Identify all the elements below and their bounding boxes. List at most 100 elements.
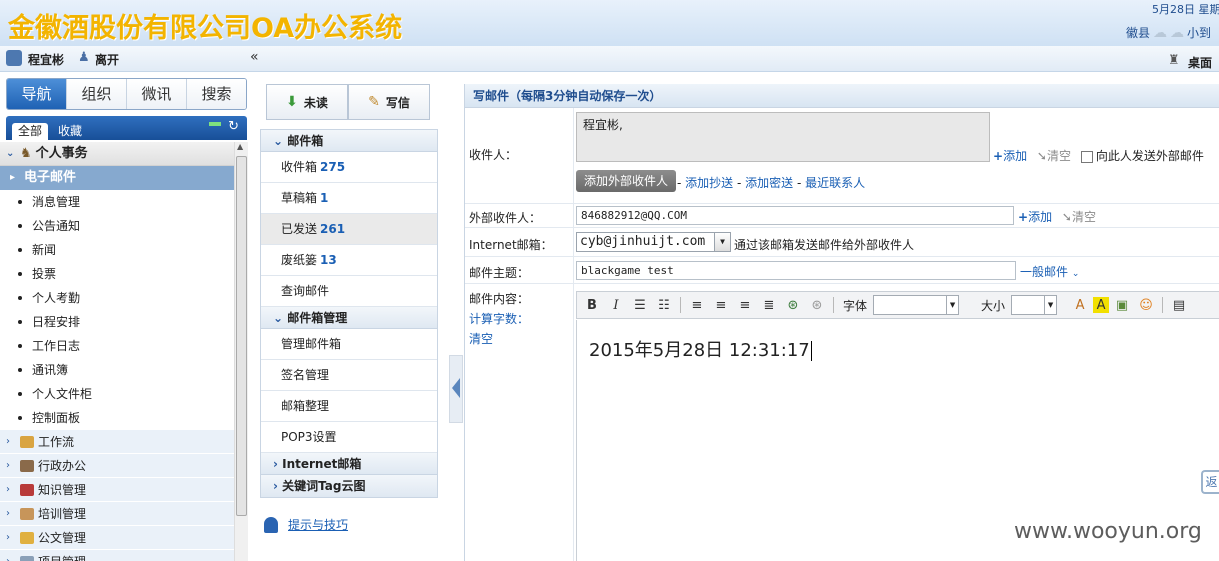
unread-button[interactable]: ⬇ 未读	[266, 84, 348, 120]
minimize-icon[interactable]	[209, 122, 221, 126]
tree-item-news[interactable]: 新闻	[0, 238, 234, 262]
add-recipient-link[interactable]: +添加	[993, 149, 1027, 163]
mailbox-header[interactable]: ⌄ 邮件箱	[261, 130, 437, 152]
tree-section-personal[interactable]: ⌄ ♞ 个人事务	[0, 142, 234, 166]
collapse-arrow-icon[interactable]	[452, 378, 460, 398]
tree-item-label: 电子邮件	[24, 170, 77, 185]
font-color-icon[interactable]: A	[1069, 295, 1091, 315]
tree-group-admin[interactable]: › 行政办公	[0, 454, 234, 478]
left-navigation: 导航 组织 微讯 搜索 全部 收藏 ↻ ⌄ ♞ 个人事务 ▸ 电子邮件 消息管理…	[0, 72, 249, 561]
add-external-recipient-button[interactable]: 添加外部收件人	[576, 170, 677, 192]
link-icon[interactable]: ⊛	[782, 295, 804, 315]
folder-inbox[interactable]: 收件箱 275	[261, 152, 437, 183]
folder-drafts[interactable]: 草稿箱 1	[261, 183, 437, 214]
content-label: 邮件内容：	[469, 292, 530, 306]
tree-item-schedule[interactable]: 日程安排	[0, 310, 234, 334]
external-recipient-input[interactable]: 846882912@QQ.COM	[576, 206, 1014, 225]
italic-icon[interactable]: I	[605, 295, 627, 315]
tree-item-notice[interactable]: 公告通知	[0, 214, 234, 238]
pop3-settings[interactable]: POP3设置	[261, 422, 437, 453]
tree-item-file-cabinet[interactable]: 个人文件柜	[0, 382, 234, 406]
tree-group-training[interactable]: › 培训管理	[0, 502, 234, 526]
text-caret	[810, 341, 812, 361]
unordered-list-icon[interactable]: ☷	[653, 295, 675, 315]
compose-button[interactable]: ✎ 写信	[348, 84, 430, 120]
tree-group-workflow[interactable]: › 工作流	[0, 430, 234, 454]
emoticon-icon[interactable]: ☺	[1135, 295, 1157, 315]
side-return-button[interactable]: 返	[1201, 470, 1219, 494]
subject-row: 邮件主题： blackgame test 一般邮件 ⌄	[465, 257, 1219, 284]
clear-external-link[interactable]: ➘清空	[1062, 210, 1096, 224]
tree-item-vote[interactable]: 投票	[0, 262, 234, 286]
external-send-checkbox[interactable]	[1080, 150, 1093, 163]
subtab-all[interactable]: 全部	[12, 123, 49, 140]
tab-navigation[interactable]: 导航	[7, 79, 67, 109]
align-left-icon[interactable]: ≡	[686, 295, 708, 315]
mailbox-manage-header[interactable]: ⌄ 邮件箱管理	[261, 307, 437, 329]
internet-mailbox-select[interactable]: cyb@jinhuijt.com ▼	[576, 232, 731, 252]
internet-mail-header[interactable]: › Internet邮箱	[261, 453, 437, 475]
folder-trash[interactable]: 废纸篓 13	[261, 245, 437, 276]
tab-micro-message[interactable]: 微讯	[127, 79, 187, 109]
priority-select[interactable]: 一般邮件 ⌄	[1020, 263, 1079, 280]
tree-item-control-panel[interactable]: 控制面板	[0, 406, 234, 430]
tree-item-attendance[interactable]: 个人考勤	[0, 286, 234, 310]
mailbox-cleanup[interactable]: 邮箱整理	[261, 391, 437, 422]
highlight-icon[interactable]: A	[1093, 297, 1110, 313]
mailbox-list: ⌄ 邮件箱 收件箱 275 草稿箱 1 已发送 261 废纸篓 13 查询邮件 ⌄ 邮件…	[260, 129, 438, 498]
font-select[interactable]: ▼	[873, 295, 960, 315]
clear-recipient-link[interactable]: ➘清空	[1037, 149, 1071, 163]
mail-body-text[interactable]: 2015年5月28日 12:31:17	[589, 336, 812, 362]
recipient-field[interactable]: 程宜彬,	[576, 112, 990, 162]
tab-organization[interactable]: 组织	[67, 79, 127, 109]
ordered-list-icon[interactable]: ☰	[629, 295, 651, 315]
size-select[interactable]: ▼	[1011, 295, 1058, 315]
manage-mailboxes[interactable]: 管理邮件箱	[261, 329, 437, 360]
unlink-icon[interactable]: ⊛	[806, 295, 828, 315]
external-send-option[interactable]: 向此人发送外部邮件	[1080, 149, 1204, 163]
source-icon[interactable]: ▤	[1168, 295, 1190, 315]
align-right-icon[interactable]: ≡	[734, 295, 756, 315]
refresh-icon[interactable]: ↻	[228, 119, 239, 134]
trash-count: 13	[320, 253, 337, 267]
chevron-down-icon[interactable]: ▼	[946, 296, 958, 314]
cloud-icon: ☁	[1153, 24, 1168, 41]
tree-item-email[interactable]: ▸ 电子邮件	[0, 166, 234, 190]
signature-management[interactable]: 签名管理	[261, 360, 437, 391]
tree-group-projects[interactable]: ›项目管理	[0, 550, 234, 561]
subtab-favorites[interactable]: 收藏	[52, 123, 88, 140]
add-bcc-link[interactable]: 添加密送	[745, 176, 793, 190]
clear-content-link[interactable]: 清空	[469, 330, 493, 347]
user-name[interactable]: 程宜彬	[28, 51, 64, 68]
count-words-link[interactable]: 计算字数：	[469, 310, 529, 327]
internet-mailbox-hint: 通过该邮箱发送邮件给外部收件人	[734, 238, 915, 252]
tips-link[interactable]: 提示与技巧	[264, 516, 348, 533]
scroll-up-icon[interactable]: ▲	[237, 142, 243, 151]
chevron-down-icon[interactable]: ▼	[1044, 296, 1056, 314]
tree-item-contacts[interactable]: 通讯簿	[0, 358, 234, 382]
align-justify-icon[interactable]: ≣	[758, 295, 780, 315]
align-center-icon[interactable]: ≡	[710, 295, 732, 315]
tree-group-knowledge[interactable]: › 知识管理	[0, 478, 234, 502]
tree-item-worklog[interactable]: 工作日志	[0, 334, 234, 358]
collapse-sidebar-button[interactable]: «	[250, 49, 259, 65]
tree-group-documents[interactable]: › 公文管理	[0, 526, 234, 550]
subject-input[interactable]: blackgame test	[576, 261, 1016, 280]
recent-contacts-link[interactable]: 最近联系人	[805, 176, 865, 190]
image-icon[interactable]: ▣	[1111, 295, 1133, 315]
panel-splitter[interactable]	[449, 355, 463, 423]
tag-cloud-header[interactable]: › 关键词Tag云图	[261, 475, 437, 497]
folder-sent[interactable]: 已发送 261	[261, 214, 437, 245]
scrollbar-thumb[interactable]	[236, 156, 247, 516]
tree-item-message[interactable]: 消息管理	[0, 190, 234, 214]
desktop-button[interactable]: 桌面	[1188, 54, 1212, 71]
chevron-right-icon: ▸	[10, 172, 16, 183]
nav-scrollbar[interactable]: ▲	[234, 142, 248, 561]
chevron-down-icon[interactable]: ▼	[714, 233, 730, 251]
leave-status-button[interactable]: 离开	[95, 51, 119, 68]
bold-icon[interactable]: B	[581, 295, 603, 315]
add-external-link[interactable]: +添加	[1018, 210, 1052, 224]
add-cc-link[interactable]: 添加抄送	[685, 176, 733, 190]
folder-search[interactable]: 查询邮件	[261, 276, 437, 307]
tab-search[interactable]: 搜索	[187, 79, 246, 109]
